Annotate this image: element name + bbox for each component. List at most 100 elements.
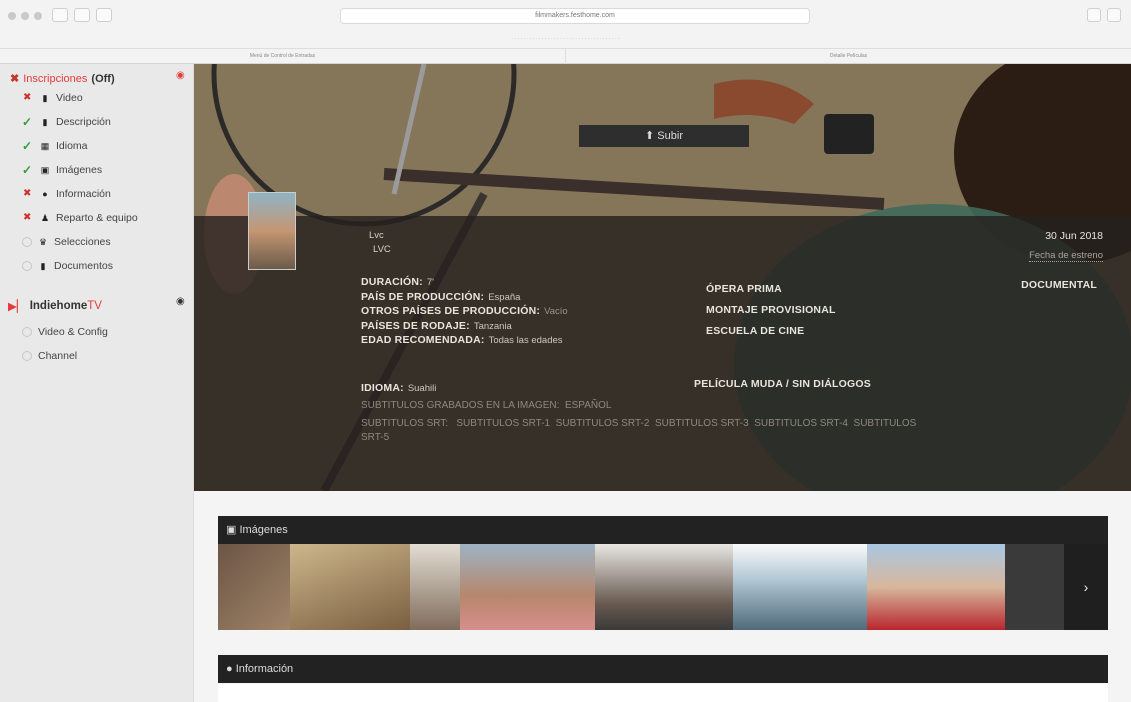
detail-label: DURACIÓN: — [361, 276, 423, 288]
share-buttons[interactable] — [1087, 8, 1121, 22]
indiehome-label: Indiehome — [29, 300, 88, 312]
tabs-icon[interactable] — [1107, 8, 1121, 22]
forward-icon[interactable] — [74, 8, 90, 22]
info-panel-header: ● Información — [218, 655, 1108, 683]
language-row: IDIOMA: Suahili — [361, 378, 436, 396]
inscriptions-status: (Off) — [91, 72, 115, 85]
film-subtitle: LVC — [373, 244, 391, 255]
back-icon[interactable] — [52, 8, 68, 22]
sidebar-item-reparto[interactable]: ♟ Reparto & equipo — [22, 212, 138, 224]
status-empty-icon — [22, 327, 32, 337]
film-poster[interactable] — [248, 192, 296, 270]
language-value: Suahili — [407, 383, 437, 394]
sidebar-item-label: Idioma — [56, 140, 88, 152]
file-icon: ▮ — [42, 92, 48, 103]
hero-banner: ⬆ Subir Lvc LVC 30 Jun 2018 Fecha de est… — [194, 64, 1131, 491]
close-icon: ✖ — [10, 73, 20, 85]
flag-opera-prima: ÓPERA PRIMA — [706, 283, 782, 295]
nav-buttons[interactable] — [52, 8, 112, 22]
share-icon[interactable] — [1087, 8, 1101, 22]
browser-chrome: filmmakers.festhome.com · · · · · · · · … — [0, 0, 1131, 64]
browser-tab[interactable]: Menú de Control de Entradas — [0, 49, 565, 64]
genre-label: DOCUMENTAL — [1021, 279, 1097, 291]
info-panel-body — [218, 684, 1108, 702]
flag-montaje-provisional: MONTAJE PROVISIONAL — [706, 304, 836, 316]
gallery-thumbnail[interactable] — [410, 544, 460, 630]
status-empty-icon — [22, 351, 32, 361]
sidebar: ✖ Inscripciones (Off) ◉ ▮ Video ▮ Descripc… — [0, 64, 194, 702]
power-icon[interactable]: ◉ — [176, 296, 185, 307]
detail-label: EDAD RECOMENDADA: — [361, 334, 485, 346]
image-icon: ▣ — [226, 524, 240, 536]
url-bar[interactable]: filmmakers.festhome.com — [340, 8, 810, 24]
trophy-icon: ♛ — [38, 236, 48, 247]
status-check-icon — [22, 139, 34, 153]
sidebar-icon[interactable] — [96, 8, 112, 22]
detail-value: Tanzania — [473, 320, 512, 332]
burned-subtitles-value: ESPAÑOL — [564, 400, 612, 411]
language-label: IDIOMA: — [361, 382, 404, 394]
upload-label: Subir — [657, 130, 683, 142]
flag-escuela-de-cine: ESCUELA DE CINE — [706, 325, 805, 337]
image-gallery: › — [218, 544, 1108, 630]
status-empty-icon — [22, 237, 32, 247]
detail-value: Vacío — [544, 306, 568, 317]
detail-value: España — [488, 291, 521, 303]
burned-subtitles-row: SUBTITULOS GRABADOS EN LA IMAGEN: ESPAÑO… — [361, 400, 611, 411]
sidebar-item-video-config[interactable]: Video & Config — [22, 326, 108, 338]
status-check-icon — [22, 163, 34, 177]
power-icon[interactable]: ◉ — [176, 70, 185, 81]
browser-tab[interactable]: Detalle Películas — [565, 49, 1131, 64]
gallery-next-button[interactable]: › — [1064, 544, 1108, 630]
status-empty-icon — [22, 261, 32, 271]
sidebar-item-video[interactable]: ▮ Video — [22, 92, 83, 104]
release-date: 30 Jun 2018 — [1045, 230, 1103, 242]
film-flags: ÓPERA PRIMA MONTAJE PROVISIONAL ESCUELA … — [706, 279, 836, 342]
gallery-thumbnail[interactable] — [867, 544, 1005, 630]
sidebar-item-idioma[interactable]: ▦ Idioma — [22, 139, 88, 153]
window-controls[interactable] — [8, 12, 42, 20]
sidebar-item-label: Video — [56, 92, 83, 104]
sidebar-item-label: Channel — [38, 350, 78, 362]
sidebar-item-imagenes[interactable]: ▣ Imágenes — [22, 163, 102, 177]
detail-label: OTROS PAÍSES DE PRODUCCIÓN: — [361, 305, 541, 317]
detail-value: Todas las edades — [488, 335, 563, 346]
gallery-thumbnail[interactable] — [1005, 544, 1064, 630]
gallery-thumbnail[interactable] — [733, 544, 867, 630]
mute-film-label: PELÍCULA MUDA / SIN DIÁLOGOS — [694, 378, 871, 390]
image-icon: ▣ — [40, 164, 50, 175]
users-icon: ♟ — [40, 212, 50, 223]
sidebar-item-label: Información — [56, 188, 111, 200]
status-check-icon — [22, 115, 34, 129]
gallery-thumbnail[interactable] — [595, 544, 733, 630]
sidebar-item-label: Video & Config — [38, 326, 108, 338]
film-details: DURACIÓN: 7' PAÍS DE PRODUCCIÓN: España OT… — [361, 275, 568, 348]
upload-button[interactable]: ⬆ Subir — [579, 125, 749, 147]
images-panel-header: ▣ Imágenes — [218, 516, 1108, 544]
sidebar-item-informacion[interactable]: ● Información — [22, 188, 111, 200]
info-panel-title: Información — [235, 663, 294, 675]
film-title: Lvc — [369, 230, 384, 241]
detail-value: 7' — [426, 277, 434, 288]
film-info-overlay — [194, 216, 1131, 491]
inscriptions-label: Inscripciones — [23, 72, 88, 85]
indiehome-header[interactable]: ▶▏ Indiehome TV — [8, 299, 102, 313]
gallery-thumbnail[interactable] — [290, 544, 410, 630]
inscriptions-header[interactable]: ✖ Inscripciones (Off) — [10, 72, 115, 86]
srt-subtitles-line: SRT-5 — [361, 432, 390, 443]
gallery-thumbnail[interactable] — [218, 544, 290, 630]
upload-icon: ⬆ — [645, 130, 658, 142]
release-date-label[interactable]: Fecha de estreno — [1029, 250, 1103, 262]
play-icon: ▶▏ — [8, 301, 26, 313]
detail-label: PAÍS DE PRODUCCIÓN: — [361, 290, 485, 303]
sidebar-item-descripcion[interactable]: ▮ Descripción — [22, 115, 111, 129]
file-icon: ▮ — [42, 116, 48, 127]
detail-row: EDAD RECOMENDADA: Todas las edades — [361, 333, 568, 348]
gallery-thumbnail[interactable] — [460, 544, 595, 630]
sidebar-item-selecciones[interactable]: ♛ Selecciones — [22, 236, 111, 248]
sidebar-item-label: Documentos — [54, 260, 113, 272]
sidebar-item-channel[interactable]: Channel — [22, 350, 77, 362]
language-icon: ▦ — [40, 140, 50, 151]
images-panel-title: Imágenes — [239, 524, 288, 536]
sidebar-item-documentos[interactable]: ▮ Documentos — [22, 260, 113, 272]
